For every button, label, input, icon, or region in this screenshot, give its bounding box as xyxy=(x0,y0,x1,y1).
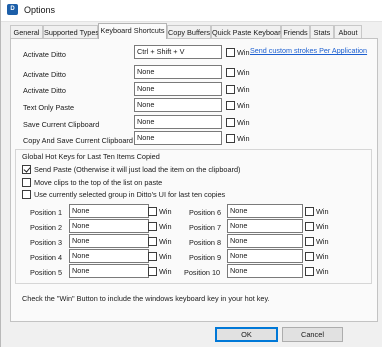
shortcut-label: Text Only Paste xyxy=(23,103,75,112)
footer-note: Check the "Win" Button to include the wi… xyxy=(22,294,270,303)
shortcut-label: Save Current Clipboard xyxy=(23,120,100,129)
win-checkbox-label: Win xyxy=(159,222,172,231)
cancel-button[interactable]: Cancel xyxy=(282,327,343,342)
win-checkbox-label: Win xyxy=(316,267,329,276)
position-label: Position 6 xyxy=(189,208,222,217)
position-hotkey-field[interactable]: None xyxy=(69,204,149,218)
position-label: Position 10 xyxy=(184,268,221,277)
tab-general[interactable]: General xyxy=(10,25,43,38)
tab-quick-paste-keyboard[interactable]: Quick Paste Keyboard xyxy=(211,25,285,38)
move-clips-label: Move clips to the top of the list on pas… xyxy=(34,178,163,187)
win-checkbox-label: Win xyxy=(237,85,250,94)
position-hotkey-field[interactable]: None xyxy=(227,219,303,233)
shortcut-label: Activate Ditto xyxy=(23,70,66,79)
win-checkbox-label: Win xyxy=(237,101,250,110)
position-label: Position 5 xyxy=(30,268,63,277)
win-checkbox[interactable] xyxy=(148,237,157,246)
options-window: D Options General Supported Types Keyboa… xyxy=(0,0,382,347)
tab-strip: General Supported Types Keyboard Shortcu… xyxy=(10,23,377,39)
position-label: Position 7 xyxy=(189,223,222,232)
title-bar: D Options xyxy=(1,0,382,22)
win-checkbox[interactable] xyxy=(148,207,157,216)
tab-about[interactable]: About xyxy=(334,25,362,38)
win-checkbox-label: Win xyxy=(237,68,250,77)
position-label: Position 2 xyxy=(30,223,63,232)
win-checkbox[interactable] xyxy=(226,118,235,127)
win-checkbox[interactable] xyxy=(305,252,314,261)
position-label: Position 3 xyxy=(30,238,63,247)
hotkey-field[interactable]: None xyxy=(134,115,222,129)
win-checkbox-label: Win xyxy=(237,118,250,127)
hotkey-field[interactable]: Ctrl + Shift + V xyxy=(134,45,222,59)
win-checkbox-label: Win xyxy=(237,48,250,57)
hotkey-field[interactable]: None xyxy=(134,131,222,145)
position-label: Position 1 xyxy=(30,208,63,217)
group-title: Global Hot Keys for Last Ten Items Copie… xyxy=(21,152,161,161)
win-checkbox-label: Win xyxy=(159,207,172,216)
position-hotkey-field[interactable]: None xyxy=(227,249,303,263)
shortcut-label: Copy And Save Current Clipboard xyxy=(23,136,133,145)
win-checkbox[interactable] xyxy=(226,134,235,143)
position-label: Position 9 xyxy=(189,253,222,262)
win-checkbox[interactable] xyxy=(148,222,157,231)
win-checkbox[interactable] xyxy=(305,222,314,231)
hotkey-field[interactable]: None xyxy=(134,98,222,112)
use-group-label: Use currently selected group in Ditto's … xyxy=(34,190,226,199)
win-checkbox-label: Win xyxy=(237,134,250,143)
win-checkbox[interactable] xyxy=(226,85,235,94)
custom-strokes-link[interactable]: Send custom strokes Per Application xyxy=(250,46,367,55)
hotkey-field[interactable]: None xyxy=(134,65,222,79)
win-checkbox-label: Win xyxy=(159,252,172,261)
position-hotkey-field[interactable]: None xyxy=(69,264,149,278)
position-label: Position 8 xyxy=(189,238,222,247)
position-label: Position 4 xyxy=(30,253,63,262)
send-paste-checkbox[interactable] xyxy=(22,165,31,174)
ditto-app-icon: D xyxy=(7,4,18,15)
win-checkbox-label: Win xyxy=(159,267,172,276)
hotkey-field[interactable]: None xyxy=(134,82,222,96)
position-hotkey-field[interactable]: None xyxy=(227,264,303,278)
position-hotkey-field[interactable]: None xyxy=(227,234,303,248)
win-checkbox[interactable] xyxy=(305,237,314,246)
win-checkbox-label: Win xyxy=(316,252,329,261)
send-paste-label: Send Paste (Otherwise it will just load … xyxy=(34,165,241,174)
position-hotkey-field[interactable]: None xyxy=(227,204,303,218)
win-checkbox-label: Win xyxy=(316,237,329,246)
win-checkbox[interactable] xyxy=(226,101,235,110)
tab-stats[interactable]: Stats xyxy=(310,25,334,38)
move-clips-checkbox[interactable] xyxy=(22,178,31,187)
position-hotkey-field[interactable]: None xyxy=(69,219,149,233)
win-checkbox-label: Win xyxy=(316,207,329,216)
tab-keyboard-shortcuts[interactable]: Keyboard Shortcuts xyxy=(98,23,167,39)
win-checkbox-label: Win xyxy=(316,222,329,231)
use-group-checkbox[interactable] xyxy=(22,190,31,199)
win-checkbox[interactable] xyxy=(148,267,157,276)
win-checkbox[interactable] xyxy=(226,48,235,57)
win-checkbox[interactable] xyxy=(226,68,235,77)
position-hotkey-field[interactable]: None xyxy=(69,234,149,248)
shortcut-label: Activate Ditto xyxy=(23,86,66,95)
tab-supported-types[interactable]: Supported Types xyxy=(43,25,99,38)
tab-friends[interactable]: Friends xyxy=(281,25,310,38)
tab-copy-buffers[interactable]: Copy Buffers xyxy=(167,25,211,38)
position-hotkey-field[interactable]: None xyxy=(69,249,149,263)
win-checkbox[interactable] xyxy=(148,252,157,261)
win-checkbox[interactable] xyxy=(305,207,314,216)
win-checkbox-label: Win xyxy=(159,237,172,246)
window-title: Options xyxy=(24,5,56,15)
shortcut-label: Activate Ditto xyxy=(23,50,66,59)
win-checkbox[interactable] xyxy=(305,267,314,276)
keyboard-shortcuts-panel: Activate Ditto Ctrl + Shift + V Win Acti… xyxy=(10,38,378,322)
ok-button[interactable]: OK xyxy=(215,327,278,342)
